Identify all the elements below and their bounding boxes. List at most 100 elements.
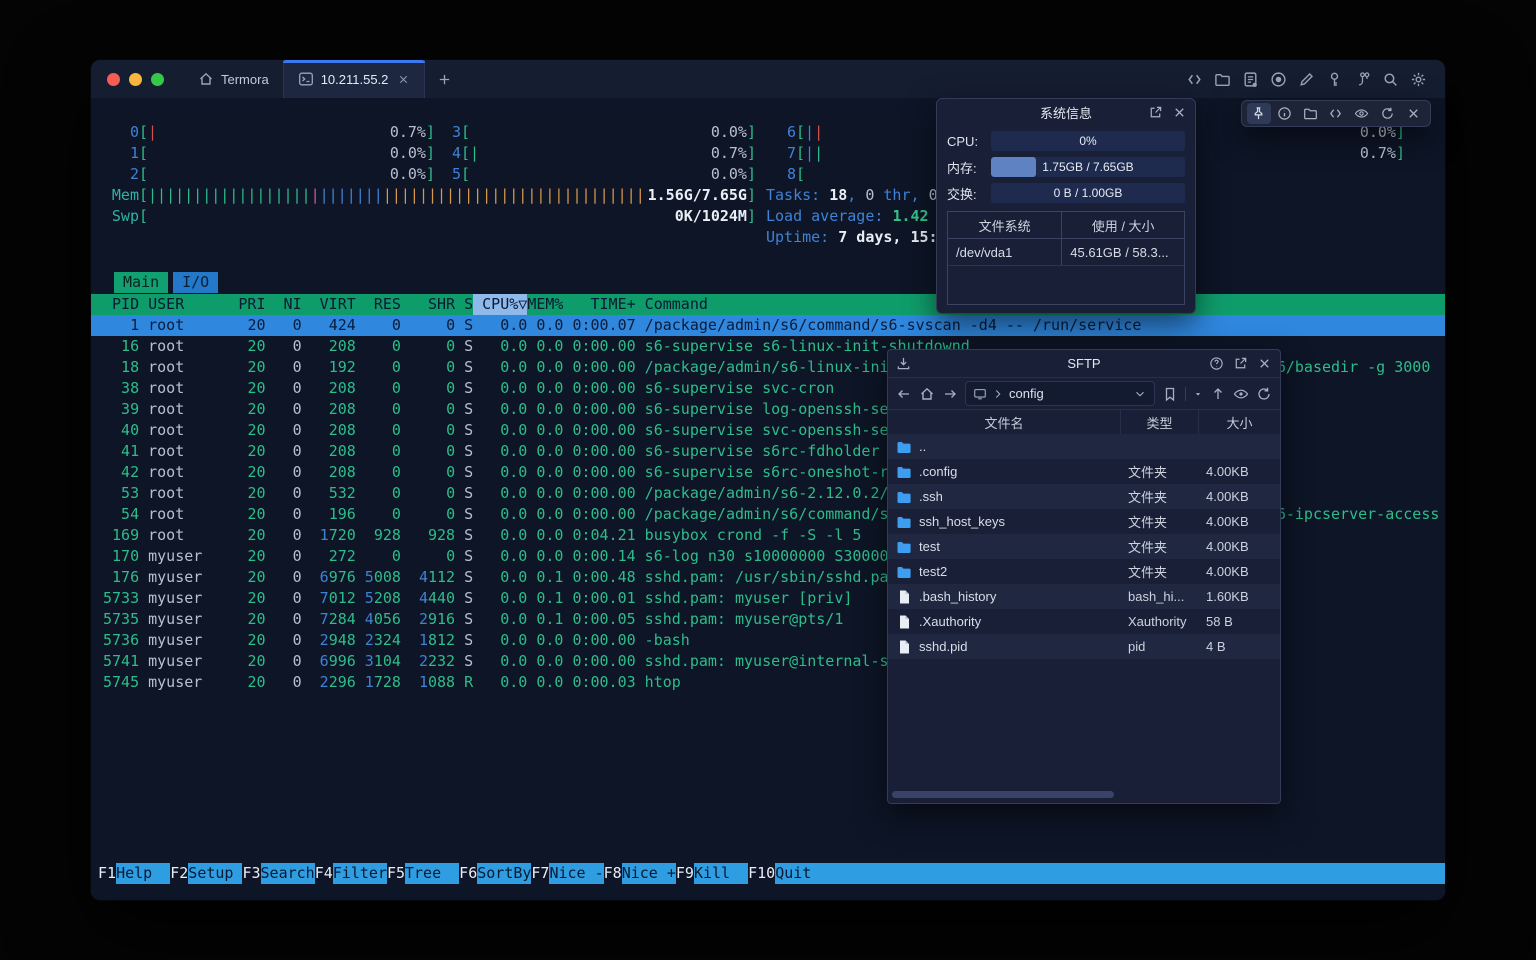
fkey-label-filter[interactable]: Filter [333,863,387,884]
home-icon[interactable] [919,386,935,402]
process-row[interactable]: 1root20042400S0.00.00:00.07/package/admi… [91,315,1445,336]
fkey-label-kill[interactable]: Kill [694,863,748,884]
function-key-bar: F1HelpF2SetupF3SearchF4FilterF5TreeF6Sor… [91,863,1445,884]
column-header[interactable]: USER [148,294,229,315]
file-table-header[interactable]: 文件名类型大小 [888,410,1280,436]
tick: | [148,123,157,141]
column-header[interactable]: TIME+ [563,294,635,315]
fkey-label-nice[interactable]: Nice + [622,863,676,884]
cell: 0.0 [527,546,563,567]
file-row[interactable]: .bash_historybash_hi...1.60KB [888,584,1280,609]
key-icon[interactable] [1326,71,1343,88]
fkey-f10[interactable]: F10 [748,863,775,884]
fkey-label-tree[interactable]: Tree [405,863,459,884]
file-column-header[interactable]: 大小 [1198,410,1280,435]
cpu-meter-3: 3[0.0%] [452,122,756,143]
fkey-label-sortby[interactable]: SortBy [477,863,531,884]
fkey-f3[interactable]: F3 [242,863,260,884]
download-icon[interactable] [896,356,911,371]
caret-down-icon[interactable] [1193,386,1203,402]
back-icon[interactable] [896,386,912,402]
terminal-icon [298,71,314,87]
edit-icon[interactable] [1298,71,1315,88]
file-fill-icon [896,614,912,630]
fkey-f9[interactable]: F9 [676,863,694,884]
refresh-icon[interactable] [1256,386,1272,402]
close-icon[interactable] [1172,105,1187,120]
folder-fill-icon [896,439,912,455]
file-row[interactable]: ssh_host_keys文件夹4.00KB [888,509,1280,534]
bracket: ] [747,122,756,143]
fkey-label-nice[interactable]: Nice - [549,863,603,884]
column-header[interactable]: VIRT [302,294,356,315]
column-header[interactable]: PRI [229,294,265,315]
path-breadcrumb[interactable]: config [965,381,1155,406]
nvidia-slot[interactable] [1350,103,1374,124]
tab-ssh-session[interactable]: 10.211.55.2 [283,60,426,98]
pin-slot[interactable] [1247,103,1271,124]
file-row[interactable]: sshd.pidpid4 B [888,634,1280,659]
info-slot[interactable] [1273,103,1297,124]
settings-icon[interactable] [1410,71,1427,88]
file-row[interactable]: .. [888,434,1280,459]
new-tab-button[interactable] [425,60,464,98]
file-name-cell: .bash_history [888,589,1120,605]
fkey-f7[interactable]: F7 [531,863,549,884]
file-name: .. [919,439,926,454]
keychain-icon[interactable] [1354,71,1371,88]
file-row[interactable]: test2文件夹4.00KB [888,559,1280,584]
open-in-window-icon[interactable] [1233,356,1248,371]
file-row[interactable]: test文件夹4.00KB [888,534,1280,559]
refresh-slot[interactable] [1375,103,1399,124]
fkey-label-search[interactable]: Search [261,863,315,884]
tab-termora[interactable]: Termora [184,60,283,98]
column-header[interactable]: SHR [401,294,455,315]
code-slot[interactable] [1324,103,1348,124]
process-table-header[interactable]: PIDUSERPRINIVIRTRESSHRSCPU%▽MEM%TIME+Com… [91,294,1445,315]
column-header[interactable]: CPU%▽ [473,294,527,315]
close-window-button[interactable] [107,73,120,86]
column-header[interactable]: NI [266,294,302,315]
fkey-f1[interactable]: F1 [98,863,116,884]
fkey-label-setup[interactable]: Setup [188,863,242,884]
folder-slot[interactable] [1298,103,1322,124]
chevron-down-icon[interactable] [1133,387,1147,401]
close-icon [1406,106,1421,121]
column-header[interactable]: MEM% [527,294,563,315]
up-directory-icon[interactable] [1210,386,1226,402]
fkey-f5[interactable]: F5 [387,863,405,884]
zoom-window-button[interactable] [151,73,164,86]
tick-group: ||||||||||||||||||||||||||||| [383,186,645,204]
file-row[interactable]: .XauthorityXauthority58 B [888,609,1280,634]
open-in-window-icon[interactable] [1148,105,1163,120]
fkey-label-help[interactable]: Help [116,863,170,884]
close-tab-icon[interactable] [397,73,410,86]
column-header[interactable]: S [455,294,473,315]
close-slot[interactable] [1401,103,1425,124]
log-icon[interactable] [1242,71,1259,88]
help-icon[interactable] [1209,356,1224,371]
fkey-f8[interactable]: F8 [604,863,622,884]
htop-tab-main[interactable]: Main [114,272,168,293]
fkey-label-quit[interactable]: Quit [775,863,1445,884]
htop-tab-io[interactable]: I/O [173,272,218,293]
bookmark-icon[interactable] [1162,386,1178,402]
fkey-f2[interactable]: F2 [170,863,188,884]
code-icon[interactable] [1186,71,1203,88]
horizontal-scrollbar[interactable] [892,791,1114,798]
minimize-window-button[interactable] [129,73,142,86]
fkey-f6[interactable]: F6 [459,863,477,884]
search-icon[interactable] [1382,71,1399,88]
fkey-f4[interactable]: F4 [315,863,333,884]
forward-icon[interactable] [942,386,958,402]
close-icon[interactable] [1257,356,1272,371]
column-header[interactable]: RES [356,294,401,315]
file-column-header[interactable]: 类型 [1120,410,1198,435]
file-row[interactable]: .ssh文件夹4.00KB [888,484,1280,509]
show-hidden-icon[interactable] [1233,386,1249,402]
file-row[interactable]: .config文件夹4.00KB [888,459,1280,484]
file-column-header[interactable]: 文件名 [888,410,1120,435]
column-header[interactable]: PID [103,294,139,315]
folder-icon[interactable] [1214,71,1231,88]
record-icon[interactable] [1270,71,1287,88]
